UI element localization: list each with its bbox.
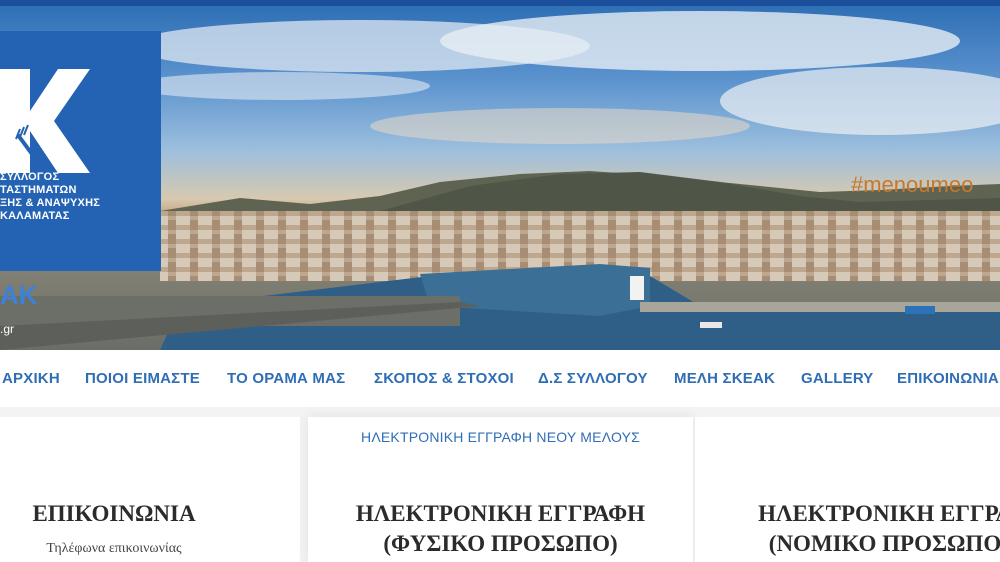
legal-entity-registration-title-line1: ΗΛΕΚΤΡΟΝΙΚΗ ΕΓΓΡΑ: [758, 501, 1000, 526]
logo-line-3: ΞΗΣ & ΑΝΑΨΥΧΗΣ: [0, 197, 101, 209]
logo-brand-text: ΑΚ: [0, 280, 38, 310]
site-logo[interactable]: ΣΥΛΛΟΓΟΣ ΤΑΣΤΗΜΑΤΩΝ ΞΗΣ & ΑΝΑΨΥΧΗΣ ΚΑΛΑΜ…: [0, 31, 161, 271]
individual-registration-card: ΗΛΕΚΤΡΟΝΙΚΗ ΕΓΓΡΑΦΗ ΝΕΟΥ ΜΕΛΟΥΣ ΗΛΕΚΤΡΟΝ…: [308, 417, 693, 562]
main-navigation: ΑΡΧΙΚΗ ΠΟΙΟΙ ΕΙΜΑΣΤΕ ΤΟ ΟΡΑΜΑ ΜΑΣ ΣΚΟΠΟΣ…: [0, 350, 1000, 407]
nav-item-board[interactable]: Δ.Σ ΣΥΛΛΟΓΟΥ: [538, 370, 648, 387]
individual-registration-title: ΗΛΕΚΤΡΟΝΙΚΗ ΕΓΓΡΑΦΗ (ΦΥΣΙΚΟ ΠΡΟΣΩΠΟ): [308, 499, 693, 559]
individual-registration-title-line1: ΗΛΕΚΤΡΟΝΙΚΗ ΕΓΓΡΑΦΗ: [355, 501, 646, 526]
nav-item-members[interactable]: ΜΕΛΗ ΣΚΕΑΚ: [674, 370, 775, 387]
nav-item-who-we-are[interactable]: ΠΟΙΟΙ ΕΙΜΑΣΤΕ: [85, 370, 200, 387]
nav-item-home[interactable]: ΑΡΧΙΚΗ: [2, 370, 60, 387]
logo-domain-text: .gr: [0, 322, 15, 336]
individual-registration-title-line2: (ΦΥΣΙΚΟ ΠΡΟΣΩΠΟ): [383, 531, 618, 556]
nav-item-vision[interactable]: ΤΟ ΟΡΑΜΑ ΜΑΣ: [227, 370, 345, 387]
contact-card: ΕΠΙΚΟΙΝΩΝΙΑ Τηλέφωνα επικοινωνίας: [0, 417, 300, 562]
logo-line-4: ΚΑΛΑΜΑΤΑΣ: [0, 210, 70, 222]
nav-item-gallery[interactable]: GALLERY: [801, 370, 874, 387]
nav-item-contact[interactable]: ΕΠΙΚΟΙΝΩΝΙΑ: [897, 370, 999, 387]
logo-line-2: ΤΑΣΤΗΜΑΤΩΝ: [0, 184, 77, 196]
hero-banner: ΣΥΛΛΟΓΟΣ ΤΑΣΤΗΜΑΤΩΝ ΞΗΣ & ΑΝΑΨΥΧΗΣ ΚΑΛΑΜ…: [0, 6, 1000, 350]
hashtag-text: #menoumeo: [851, 172, 974, 197]
legal-entity-registration-title-line2: (ΝΟΜΙΚΟ ΠΡΟΣΩΠΟ: [768, 531, 1000, 556]
contact-subtitle: Τηλέφωνα επικοινωνίας: [46, 541, 182, 556]
legal-entity-registration-title: ΗΛΕΚΤΡΟΝΙΚΗ ΕΓΓΡΑ (ΝΟΜΙΚΟ ΠΡΟΣΩΠΟ: [695, 499, 1000, 559]
contact-title: ΕΠΙΚΟΙΝΩΝΙΑ: [32, 501, 196, 526]
nav-item-goals[interactable]: ΣΚΟΠΟΣ & ΣΤΟΧΟΙ: [374, 370, 514, 387]
content-area: ΕΠΙΚΟΙΝΩΝΙΑ Τηλέφωνα επικοινωνίας ΗΛΕΚΤΡ…: [0, 407, 1000, 562]
logo-line-1: ΣΥΛΛΟΓΟΣ: [0, 171, 60, 183]
new-member-registration-link[interactable]: ΗΛΕΚΤΡΟΝΙΚΗ ΕΓΓΡΑΦΗ ΝΕΟΥ ΜΕΛΟΥΣ: [308, 429, 693, 445]
legal-entity-registration-card: ΗΛΕΚΤΡΟΝΙΚΗ ΕΓΓΡΑ (ΝΟΜΙΚΟ ΠΡΟΣΩΠΟ: [695, 417, 1000, 562]
